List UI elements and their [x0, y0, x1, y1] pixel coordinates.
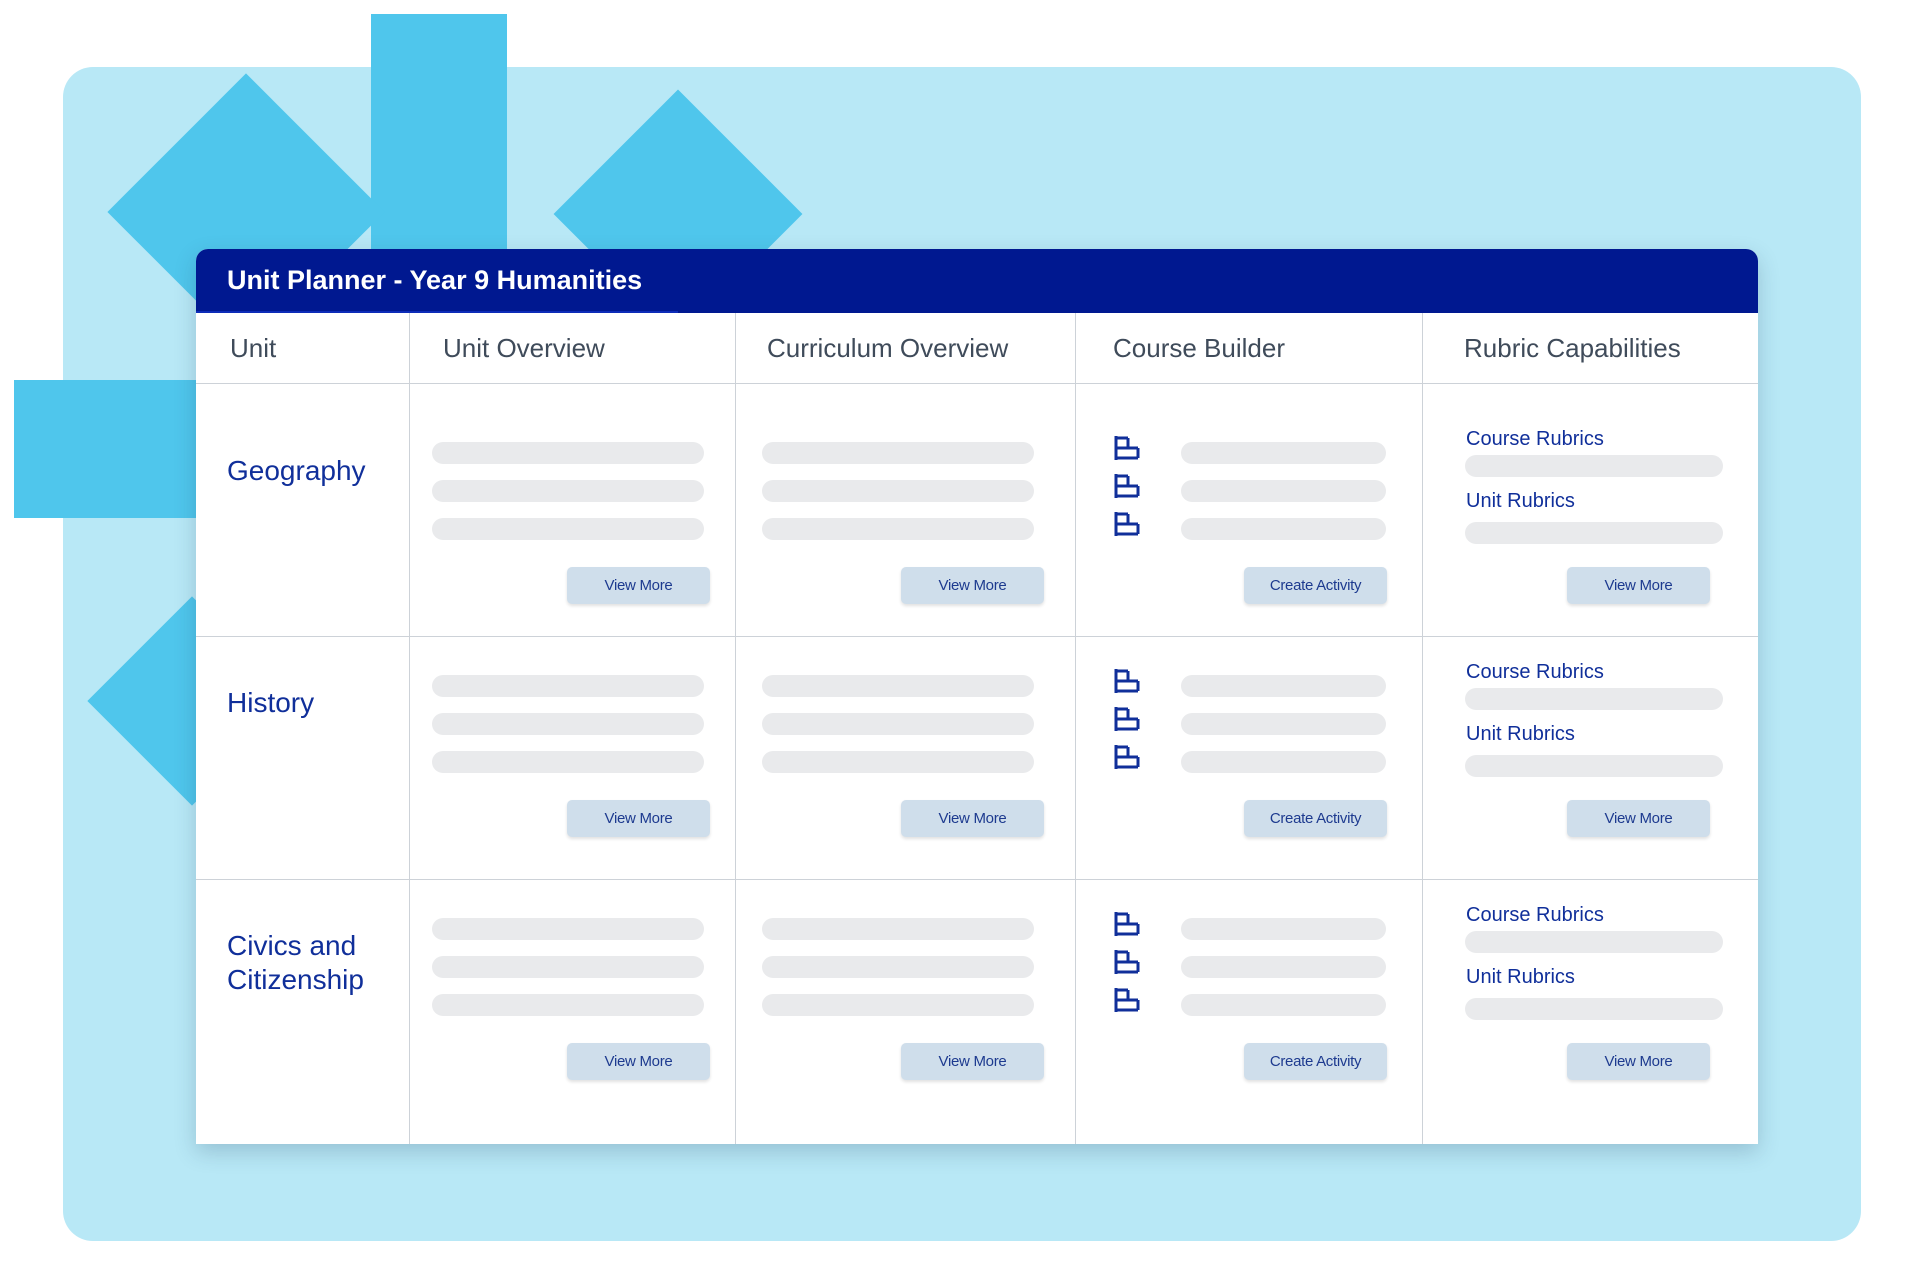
row-divider	[196, 636, 1758, 637]
placeholder-bar	[432, 675, 704, 697]
unit-planner-card: Unit Planner - Year 9 Humanities Unit Un…	[196, 249, 1758, 1144]
column-divider	[409, 313, 410, 1144]
column-header-unit-overview: Unit Overview	[443, 333, 605, 363]
placeholder-bar	[762, 956, 1034, 978]
hierarchy-icon	[1114, 988, 1140, 1012]
column-divider	[1075, 313, 1076, 1144]
hierarchy-icon	[1114, 950, 1140, 974]
column-divider	[735, 313, 736, 1144]
placeholder-bar	[1181, 480, 1386, 502]
hierarchy-icon	[1114, 669, 1140, 693]
view-more-button[interactable]: View More	[1567, 567, 1710, 604]
view-more-button[interactable]: View More	[567, 567, 710, 604]
page-title: Unit Planner - Year 9 Humanities	[227, 265, 643, 295]
course-rubrics-link[interactable]: Course Rubrics	[1466, 660, 1604, 684]
placeholder-bar	[432, 518, 704, 540]
placeholder-bar	[432, 956, 704, 978]
hierarchy-icon	[1114, 707, 1140, 731]
placeholder-bar	[762, 518, 1034, 540]
placeholder-bar	[1181, 518, 1386, 540]
placeholder-bar	[1181, 442, 1386, 464]
placeholder-bar	[762, 713, 1034, 735]
view-more-button[interactable]: View More	[901, 1043, 1044, 1080]
placeholder-bar	[1181, 751, 1386, 773]
placeholder-bar	[1181, 675, 1386, 697]
unit-name[interactable]: Geography	[227, 454, 366, 488]
placeholder-bar	[1181, 956, 1386, 978]
view-more-button[interactable]: View More	[567, 1043, 710, 1080]
course-rubrics-link[interactable]: Course Rubrics	[1466, 427, 1604, 451]
placeholder-bar	[1465, 755, 1723, 777]
placeholder-bar	[1465, 998, 1723, 1020]
placeholder-bar	[432, 751, 704, 773]
placeholder-bar	[1465, 931, 1723, 953]
placeholder-bar	[1465, 522, 1723, 544]
column-header-unit: Unit	[230, 333, 277, 363]
placeholder-bar	[762, 675, 1034, 697]
row-divider	[196, 383, 1758, 384]
view-more-button[interactable]: View More	[901, 800, 1044, 837]
view-more-button[interactable]: View More	[1567, 800, 1710, 837]
placeholder-bar	[1181, 994, 1386, 1016]
title-bar: Unit Planner - Year 9 Humanities	[196, 249, 1758, 313]
unit-rubrics-link[interactable]: Unit Rubrics	[1466, 965, 1575, 989]
create-activity-button[interactable]: Create Activity	[1244, 800, 1387, 837]
placeholder-bar	[432, 480, 704, 502]
unit-name[interactable]: History	[227, 686, 314, 720]
hierarchy-icon	[1114, 474, 1140, 498]
unit-name[interactable]: Civics and Citizenship	[227, 929, 364, 997]
unit-rubrics-link[interactable]: Unit Rubrics	[1466, 489, 1575, 513]
column-header-course-builder: Course Builder	[1113, 333, 1285, 363]
placeholder-bar	[762, 442, 1034, 464]
placeholder-bar	[762, 480, 1034, 502]
view-more-button[interactable]: View More	[901, 567, 1044, 604]
hierarchy-icon	[1114, 436, 1140, 460]
placeholder-bar	[762, 918, 1034, 940]
create-activity-button[interactable]: Create Activity	[1244, 567, 1387, 604]
placeholder-bar	[1181, 713, 1386, 735]
column-divider	[1422, 313, 1423, 1144]
view-more-button[interactable]: View More	[1567, 1043, 1710, 1080]
course-rubrics-link[interactable]: Course Rubrics	[1466, 903, 1604, 927]
placeholder-bar	[762, 994, 1034, 1016]
hierarchy-icon	[1114, 912, 1140, 936]
row-divider	[196, 879, 1758, 880]
view-more-button[interactable]: View More	[567, 800, 710, 837]
hierarchy-icon	[1114, 745, 1140, 769]
placeholder-bar	[432, 442, 704, 464]
create-activity-button[interactable]: Create Activity	[1244, 1043, 1387, 1080]
placeholder-bar	[432, 713, 704, 735]
placeholder-bar	[1181, 918, 1386, 940]
hierarchy-icon	[1114, 512, 1140, 536]
column-header-curriculum-overview: Curriculum Overview	[767, 333, 1009, 363]
placeholder-bar	[432, 918, 704, 940]
placeholder-bar	[762, 751, 1034, 773]
placeholder-bar	[1465, 455, 1723, 477]
column-header-rubric-capabilities: Rubric Capabilities	[1464, 333, 1681, 363]
placeholder-bar	[1465, 688, 1723, 710]
unit-rubrics-link[interactable]: Unit Rubrics	[1466, 722, 1575, 746]
placeholder-bar	[432, 994, 704, 1016]
